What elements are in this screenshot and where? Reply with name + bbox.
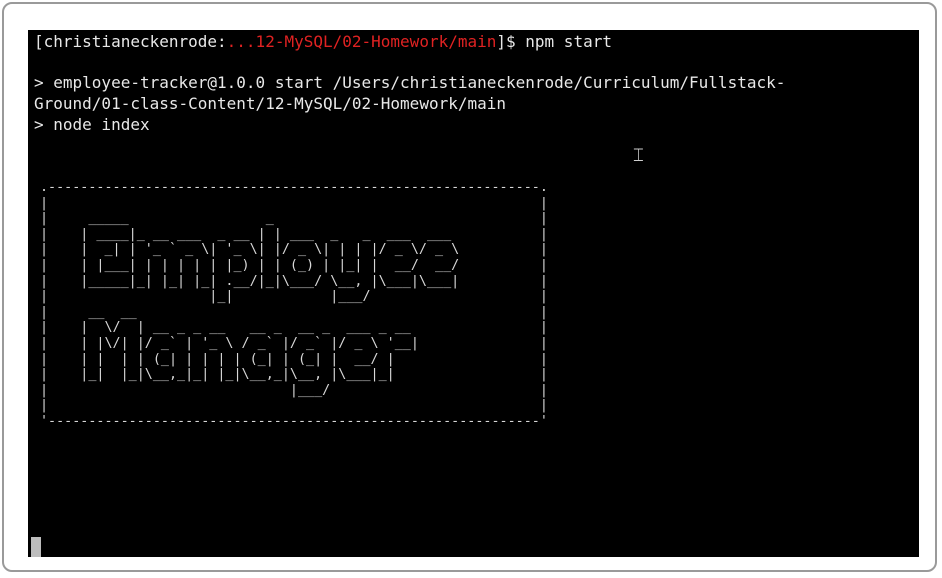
terminal-cursor (31, 537, 41, 557)
prompt-path: ...12-MySQL/02-Homework/main (226, 32, 497, 51)
ascii-banner: .---------------------------------------… (40, 180, 548, 429)
prompt-command: ]$ npm start (496, 32, 612, 51)
output-line-node: > node index (34, 115, 150, 134)
terminal-window[interactable]: [christianeckenrode:...12-MySQL/02-Homew… (28, 30, 919, 557)
text-cursor-icon: ⌶ (633, 145, 644, 166)
prompt-user: [christianeckenrode: (34, 32, 227, 51)
output-line-path: Ground/01-class-Content/12-MySQL/02-Home… (34, 94, 507, 113)
output-line-start: > employee-tracker@1.0.0 start /Users/ch… (34, 73, 786, 92)
window-frame: [christianeckenrode:...12-MySQL/02-Homew… (2, 2, 937, 572)
prompt-line: [christianeckenrode:...12-MySQL/02-Homew… (34, 32, 612, 52)
